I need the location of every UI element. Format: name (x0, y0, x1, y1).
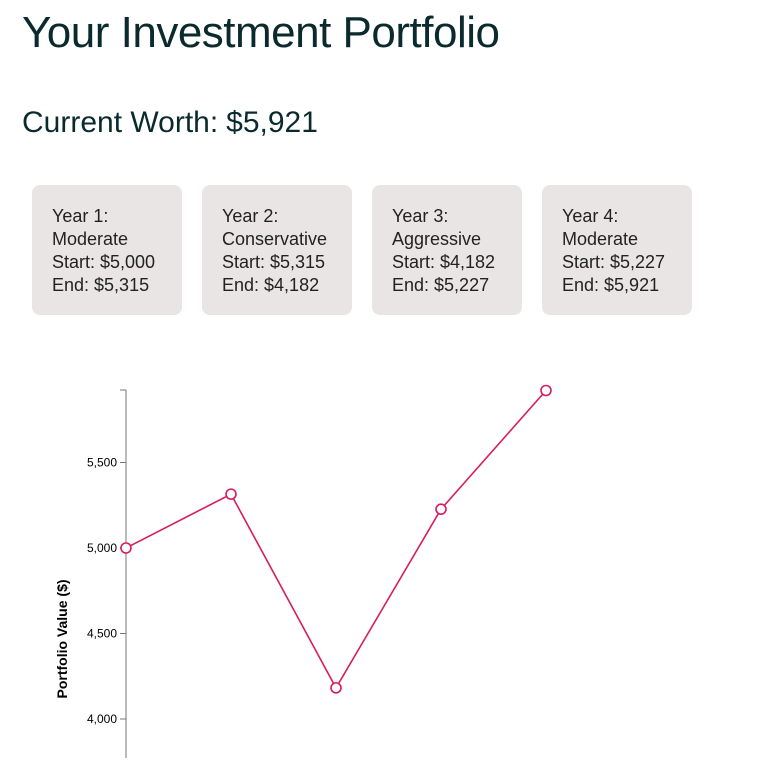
year-end: End: $4,182 (222, 275, 320, 295)
year-heading: Year 2: (222, 206, 279, 226)
current-worth-value: $5,921 (226, 106, 318, 139)
y-axis-label: Portfolio Value ($) (54, 579, 70, 698)
year-cards: Year 1: Moderate Start: $5,000 End: $5,3… (32, 185, 692, 315)
page-title: Your Investment Portfolio (22, 8, 500, 57)
current-worth-label: Current Worth: (22, 106, 219, 139)
data-point (225, 488, 237, 500)
year-card-2: Year 2: Conservative Start: $5,315 End: … (202, 185, 352, 315)
data-point (330, 682, 342, 694)
year-card-4: Year 4: Moderate Start: $5,227 End: $5,9… (542, 185, 692, 315)
year-end: End: $5,315 (52, 275, 150, 295)
y-tick-label: 5,000 (87, 541, 117, 555)
data-point (540, 384, 552, 397)
year-end: End: $5,227 (392, 275, 490, 295)
year-heading: Year 4: (562, 206, 619, 226)
y-tick-label: 4,500 (87, 627, 117, 641)
portfolio-chart-svg: 4,000 4,500 5,000 5,500 Portfolio Value ($) (54, 384, 552, 758)
year-start: Start: $5,315 (222, 252, 326, 272)
year-card-3: Year 3: Aggressive Start: $4,182 End: $5… (372, 185, 522, 315)
data-point (120, 542, 132, 554)
y-tick-label: 5,500 (87, 456, 117, 470)
year-start: Start: $4,182 (392, 252, 496, 272)
year-card-1: Year 1: Moderate Start: $5,000 End: $5,3… (32, 185, 182, 315)
year-strategy: Moderate (562, 229, 639, 249)
y-tick-label: 4,000 (87, 712, 117, 726)
data-point (435, 503, 447, 515)
current-worth: Current Worth: $5,921 (22, 106, 318, 140)
year-heading: Year 3: (392, 206, 449, 226)
year-strategy: Aggressive (392, 229, 482, 249)
year-start: Start: $5,227 (562, 252, 666, 272)
portfolio-value-line (125, 389, 547, 690)
year-start: Start: $5,000 (52, 252, 156, 272)
year-end: End: $5,921 (562, 275, 660, 295)
year-strategy: Conservative (222, 229, 328, 249)
year-strategy: Moderate (52, 229, 129, 249)
year-heading: Year 1: (52, 206, 109, 226)
portfolio-chart: 4,000 4,500 5,000 5,500 Portfolio Value ($) (0, 370, 760, 758)
